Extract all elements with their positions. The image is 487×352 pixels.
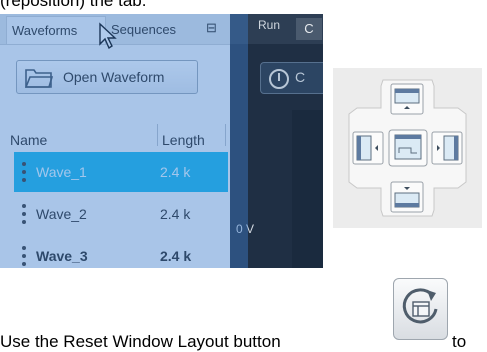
dock-right-icon[interactable]	[431, 131, 463, 165]
power-button[interactable]: C	[260, 62, 323, 94]
docking-guide-graphic	[348, 79, 467, 217]
instruction-text-end: to	[452, 332, 467, 351]
instruction-text: Use the Reset Window Layout button	[0, 332, 281, 351]
docking-guide	[333, 68, 482, 228]
screenshot-panel: Waveforms Sequences ⊟ Open Waveform Name…	[0, 14, 323, 268]
plot-area	[292, 110, 323, 268]
dock-bottom-icon[interactable]	[390, 181, 424, 213]
reset-window-layout-button[interactable]	[393, 278, 448, 340]
drag-preview-overlay	[0, 14, 248, 268]
power-icon	[269, 69, 289, 89]
toolbar-field[interactable]: C	[296, 18, 322, 40]
dock-center-icon[interactable]	[388, 129, 428, 167]
power-button-label: C	[295, 69, 306, 85]
caption-top: (reposition) the tab.	[0, 0, 147, 10]
dock-top-icon[interactable]	[390, 83, 424, 115]
run-tab[interactable]: Run	[258, 18, 280, 32]
reset-layout-icon	[402, 288, 438, 324]
dock-left-icon[interactable]	[352, 131, 384, 165]
